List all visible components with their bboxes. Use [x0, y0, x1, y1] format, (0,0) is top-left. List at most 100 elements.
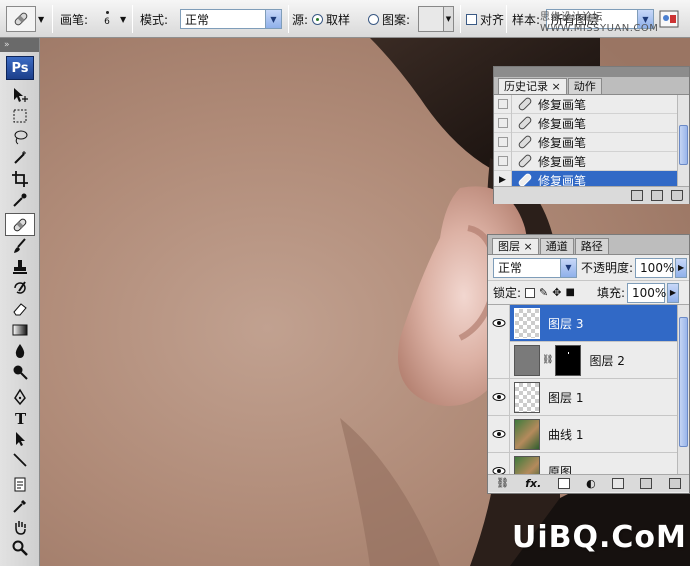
brush-label: 画笔:	[60, 12, 89, 27]
blur-tool[interactable]	[0, 340, 40, 361]
magic-wand-icon	[14, 150, 26, 164]
aligned-label: 对齐	[480, 12, 505, 27]
healing-brush-tool[interactable]	[5, 213, 35, 236]
lock-image-icon[interactable]: ✎	[539, 286, 548, 299]
fill-input[interactable]: 100%	[626, 282, 666, 303]
pen-tool[interactable]	[0, 386, 40, 407]
dodge-tool[interactable]	[0, 361, 40, 382]
marquee-tool[interactable]	[0, 105, 40, 126]
blend-mode-select[interactable]: 正常 ▼	[493, 257, 577, 278]
zoom-tool[interactable]	[0, 537, 40, 558]
trash-icon[interactable]	[671, 190, 683, 201]
history-item[interactable]: 修复画笔	[494, 113, 689, 133]
new-group-icon[interactable]	[612, 478, 625, 489]
history-item[interactable]: 修复画笔	[494, 151, 689, 171]
brush-size: 6	[104, 17, 110, 27]
history-item-label: 修复画笔	[538, 135, 587, 150]
layer-row[interactable]: 原图	[488, 452, 689, 474]
layer-row[interactable]: 图层 3	[488, 305, 689, 342]
crop-tool[interactable]	[0, 168, 40, 189]
tab-paths[interactable]: 路径	[574, 238, 609, 254]
history-item-selected[interactable]: ▶ 修复画笔	[494, 170, 689, 186]
pattern-radio[interactable]: 图案:	[368, 0, 410, 38]
tab-layers[interactable]: 图层 ×	[492, 238, 539, 254]
eye-icon[interactable]	[492, 392, 506, 402]
layer-row[interactable]: 图层 1	[488, 378, 689, 416]
history-scrollbar[interactable]	[677, 95, 689, 186]
pattern-picker[interactable]: ▼	[418, 0, 454, 38]
slice-tool[interactable]	[0, 189, 40, 210]
opacity-slider-arrow-icon[interactable]: ▶	[675, 257, 688, 278]
healing-brush-tool-preset[interactable]: ▼	[6, 0, 44, 38]
type-tool[interactable]: T	[0, 407, 40, 428]
history-source-checkbox-icon[interactable]	[497, 156, 508, 166]
brush-dot-icon	[105, 11, 109, 14]
stamp-icon	[13, 259, 27, 274]
new-layer-icon[interactable]	[640, 478, 653, 489]
lock-all-icon[interactable]: ■	[565, 287, 574, 298]
layer-row[interactable]: ⛓ 图层 2	[488, 341, 689, 379]
history-item[interactable]: 修复画笔	[494, 95, 689, 114]
line-tool[interactable]	[0, 449, 40, 470]
brush-tool[interactable]	[0, 235, 40, 256]
opacity-label: 不透明度:	[581, 261, 634, 275]
tab-actions[interactable]: 动作	[567, 78, 602, 94]
history-source-checkbox-icon[interactable]	[497, 137, 508, 147]
tool-preset-arrow-icon[interactable]: ▼	[38, 15, 44, 24]
lock-transparent-icon[interactable]	[525, 287, 536, 298]
history-source-checkbox-icon[interactable]	[497, 99, 508, 109]
close-icon[interactable]: ×	[552, 80, 561, 93]
history-source-checkbox-icon[interactable]	[497, 118, 508, 128]
path-selection-tool[interactable]	[0, 428, 40, 449]
brush-picker-arrow-icon[interactable]: ▼	[120, 15, 126, 24]
notes-tool[interactable]	[0, 474, 40, 495]
eye-icon[interactable]	[492, 429, 506, 439]
tab-channels[interactable]: 通道	[539, 238, 574, 254]
trash-icon[interactable]	[668, 478, 681, 489]
fill-slider-arrow-icon[interactable]: ▶	[666, 282, 679, 303]
healing-brush-icon	[14, 12, 28, 26]
crop-icon	[12, 170, 28, 187]
ps-logo[interactable]: Ps	[6, 56, 34, 80]
eyedropper-tool[interactable]	[0, 495, 40, 516]
gradient-tool[interactable]	[0, 319, 40, 340]
close-icon[interactable]: ×	[524, 240, 533, 253]
toolbox-grip[interactable]: »	[0, 38, 39, 52]
history-item-label: 修复画笔	[538, 116, 587, 131]
brush-picker[interactable]: 6 ▼	[96, 0, 126, 38]
sampled-radio[interactable]: 取样	[312, 0, 350, 38]
layer-style-icon[interactable]: fx.	[525, 477, 541, 490]
layers-scroll-thumb[interactable]	[679, 317, 688, 447]
snapshot-icon[interactable]	[651, 190, 663, 201]
history-brush-tool[interactable]	[0, 277, 40, 298]
chevron-down-icon: ▼	[560, 258, 576, 277]
checkbox-icon	[466, 13, 477, 25]
lock-position-icon[interactable]: ✥	[552, 286, 561, 299]
adjustment-layer-icon[interactable]: ◐	[586, 477, 596, 490]
eraser-tool[interactable]	[0, 298, 40, 319]
link-icon[interactable]: ⛓	[542, 355, 553, 365]
tab-history[interactable]: 历史记录 ×	[498, 78, 567, 94]
layers-scrollbar[interactable]	[677, 305, 689, 474]
layer-mask-thumbnail[interactable]	[555, 344, 582, 376]
lasso-icon	[14, 130, 28, 144]
eye-icon[interactable]	[492, 466, 506, 474]
hand-tool[interactable]	[0, 516, 40, 537]
lasso-tool[interactable]	[0, 126, 40, 147]
opacity-input[interactable]: 100%	[635, 257, 674, 278]
add-mask-icon[interactable]	[557, 478, 570, 489]
move-tool[interactable]	[0, 84, 40, 105]
eye-icon[interactable]	[492, 318, 506, 328]
link-layers-icon[interactable]: ⛓	[496, 478, 509, 489]
layer-row[interactable]: 曲线 1	[488, 415, 689, 453]
history-brush-icon	[14, 280, 26, 294]
history-item[interactable]: 修复画笔	[494, 132, 689, 152]
history-scroll-thumb[interactable]	[679, 125, 688, 165]
history-panel-grip[interactable]	[494, 67, 689, 77]
mode-select[interactable]: 正常 ▼	[180, 9, 282, 29]
new-document-from-state-icon[interactable]	[631, 190, 643, 201]
aligned-checkbox[interactable]: 对齐	[466, 0, 504, 38]
magic-wand-tool[interactable]	[0, 147, 40, 168]
clone-stamp-tool[interactable]	[0, 256, 40, 277]
notes-icon	[14, 477, 26, 491]
